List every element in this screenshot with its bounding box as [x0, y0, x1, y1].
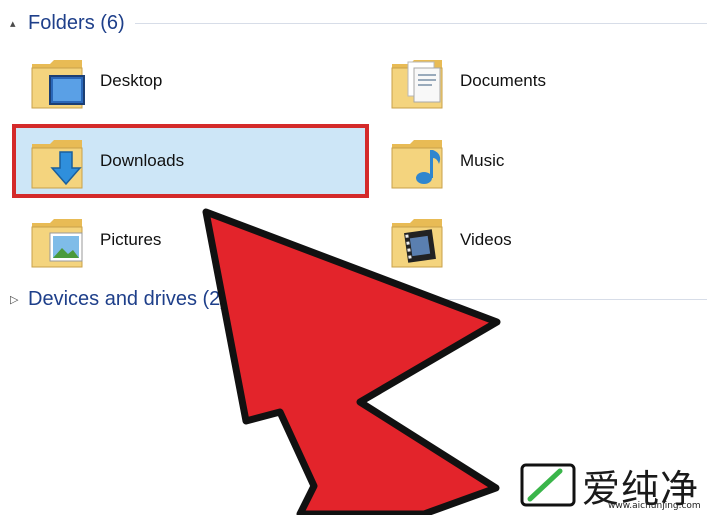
- pointer-arrow-icon: [202, 208, 501, 515]
- watermark-logo-icon: [520, 463, 576, 507]
- watermark-url: www.aichunjing.com: [608, 501, 701, 511]
- watermark: 爱纯净 www.aichunjing.com: [510, 455, 707, 515]
